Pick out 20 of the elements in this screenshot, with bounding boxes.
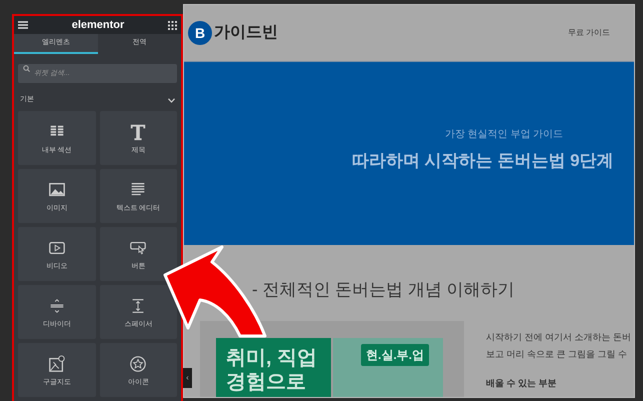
- menu-icon[interactable]: [18, 21, 28, 29]
- thumbnail-headline: 취미, 직업 경험으로: [216, 338, 331, 397]
- image-icon: [48, 180, 66, 198]
- grid-icon[interactable]: [168, 20, 177, 30]
- divider-icon: [48, 296, 66, 314]
- letter-icon: [129, 122, 148, 140]
- intro-text: 보고 머리 속으로 큰 그림을 그릴 수: [486, 348, 628, 360]
- elementor-logo: elementor: [72, 20, 124, 30]
- subheading: 배울 수 있는 부분: [486, 376, 558, 390]
- map-icon: [48, 354, 66, 372]
- logo-badge: B: [188, 21, 212, 45]
- nav-link[interactable]: 무료 가이드: [568, 27, 610, 39]
- hero-title: 따라하며 시작하는 돈버는법 9단계: [351, 150, 614, 172]
- thumbnail-badge: 현.실.부.업: [361, 344, 430, 366]
- intro-text: 시작하기 전에 여기서 소개하는 돈버: [486, 330, 632, 344]
- hero-subtitle: 가장 현실적인 부업 가이드: [444, 128, 564, 142]
- section-title: - 전체적인 돈버는법 개념 이해하기: [252, 279, 516, 301]
- site-logo-text: 가이드빈: [214, 23, 278, 43]
- collapse-button[interactable]: ‹: [183, 368, 192, 388]
- chevron-icon[interactable]: [168, 98, 175, 102]
